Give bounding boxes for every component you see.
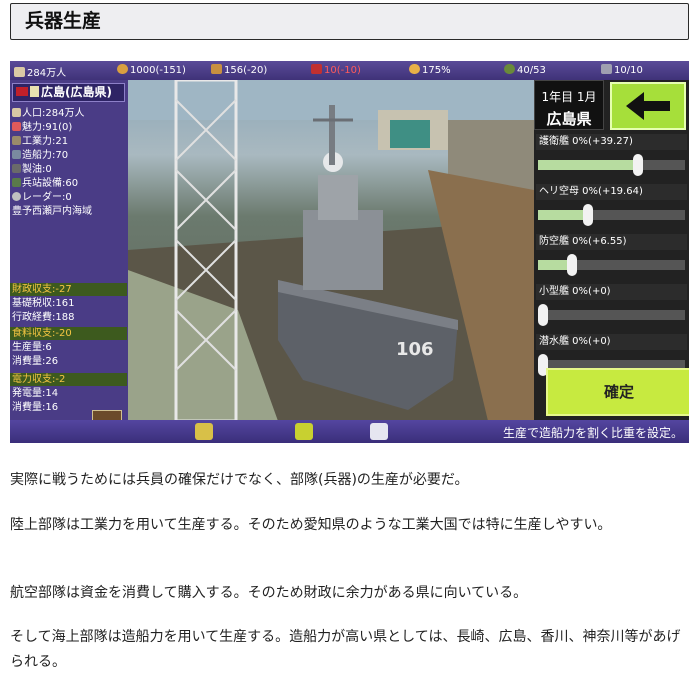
shield-icon[interactable] [370,423,388,440]
stat-label: 工業力:21 [22,136,69,147]
stat-industry: 工業力:21 [12,135,68,148]
stat-radar: レーダー:0 [12,191,72,204]
factory-icon [12,136,21,145]
bread-icon [211,64,222,74]
resource-soldiers-value: 40/53 [517,65,546,76]
resource-morale: 175% [409,64,451,76]
money-bag-icon [117,64,128,74]
svg-text:106: 106 [396,339,434,360]
food-balance: 食料収支:-20 [10,327,127,340]
stat-logistics: 兵站設備:60 [12,177,78,190]
wrench-icon [601,64,612,74]
slider-escort-ship: 護衛艦 0%(+39.27) [536,134,687,180]
stat-population: 人口:284万人 [12,107,84,120]
resource-money: 1000(-151) [117,64,186,76]
power-balance: 電力収支:-2 [10,373,127,386]
date-display: 1年目 1月 広島県 [534,80,604,130]
date-prefecture: 広島県 [546,110,592,128]
slider-knob[interactable] [582,204,593,226]
slider-air-defense-ship: 防空艦 0%(+6.55) [536,234,687,280]
paragraph: 実際に戦うためには兵員の確保だけでなく、部隊(兵器)の生産が必要だ。 [10,472,469,488]
prefecture-name: 広島(広島県) [12,83,125,102]
power-row: 発電量:14 [12,388,59,399]
stat-label: 造船力:70 [22,150,69,161]
shipyard-illustration: 106 [128,80,534,421]
hand-icon [409,64,420,74]
stat-label: レーダー:0 [22,192,72,203]
slider-label: 護衛艦 0%(+39.27) [536,134,687,150]
population-icon [12,108,21,117]
hint-text: 生産で造船力を割く比重を設定。 [502,426,683,440]
region-name: 豊予西瀬戸内海域 [12,206,92,217]
slider-label: 防空艦 0%(+6.55) [536,234,687,250]
slider-track[interactable] [538,254,685,276]
slider-fill [538,210,588,220]
stat-oil: 製油:0 [12,163,52,176]
resource-morale-value: 175% [422,65,451,76]
article-title: 兵器生産 [10,3,689,40]
slider-fill [538,160,638,170]
resource-fuel-value: 10(-10) [324,65,361,76]
slider-track[interactable] [538,304,685,326]
resource-soldiers: 40/53 [504,64,546,76]
slider-label: ヘリ空母 0%(+19.64) [536,184,687,200]
fuel-icon [311,64,322,74]
spiral-icon[interactable] [295,423,313,440]
resource-actions: 10/10 [601,64,643,76]
finance-row: 行政経費:188 [12,312,75,323]
production-panel: 1年目 1月 広島県 護衛艦 0%(+39.27) ヘリ空母 0%(+19.64… [534,80,689,420]
prefecture-name-label: 広島(広島県) [41,85,112,99]
prefecture-info-panel: 広島(広島県) 人口:284万人 魅力:91(0) 工業力:21 造船力:70 … [10,80,128,432]
game-screen: 284万人 1000(-151) 156(-20) 10(-10) 175% 4… [10,61,689,443]
paragraph: そして海上部隊は造船力を用いて生産する。造船力が高い県としては、長崎、広島、香川… [10,629,681,670]
slider-label: 潜水艦 0%(+0) [536,334,687,350]
food-row: 消費量:26 [12,356,59,367]
confirm-button[interactable]: 確定 [546,368,689,416]
slider-small-ship: 小型艦 0%(+0) [536,284,687,330]
paragraph: 航空部隊は資金を消費して購入する。そのため財政に余力がある県に向いている。 [10,585,528,601]
ship-icon [12,150,21,159]
stat-label: 製油:0 [22,164,52,175]
food-row: 生産量:6 [12,342,52,353]
flag-icon [16,87,28,96]
finance-balance: 財政収支:-27 [10,283,127,296]
back-button[interactable] [610,82,686,130]
slider-knob[interactable] [566,254,577,276]
map-icon[interactable] [195,423,213,440]
resource-food-value: 156(-20) [224,65,268,76]
resource-actions-value: 10/10 [614,65,643,76]
finance-row: 基礎税収:161 [12,298,75,309]
population-icon [14,67,25,77]
slider-knob[interactable] [632,154,643,176]
resource-population-value: 284万人 [27,68,67,79]
slider-helicopter-carrier: ヘリ空母 0%(+19.64) [536,184,687,230]
stat-label: 兵站設備:60 [22,178,79,189]
arrow-left-icon [626,92,670,120]
hint-bar: 生産で造船力を割く比重を設定。 [10,420,689,443]
crest-icon [30,86,39,97]
slider-knob[interactable] [538,304,549,326]
resource-bar: 284万人 1000(-151) 156(-20) 10(-10) 175% 4… [10,61,689,80]
radar-icon [12,192,21,201]
oil-icon [12,164,21,173]
stat-label: 魅力:91(0) [22,122,73,133]
slider-label: 小型艦 0%(+0) [536,284,687,300]
resource-food: 156(-20) [211,64,267,76]
date-line: 1年目 1月 [541,90,597,104]
stat-label: 人口:284万人 [22,108,85,119]
resource-money-value: 1000(-151) [130,65,186,76]
paragraph: 陸上部隊は工業力を用いて生産する。そのため愛知県のような工業大国では特に生産しや… [10,517,612,533]
soldier-icon [504,64,515,74]
stat-charm: 魅力:91(0) [12,121,72,134]
heart-icon [12,122,21,131]
barracks-icon [12,178,21,187]
slider-track[interactable] [538,154,685,176]
slider-track[interactable] [538,204,685,226]
resource-fuel: 10(-10) [311,64,361,76]
stat-shipbuilding: 造船力:70 [12,149,68,162]
power-row: 消費量:16 [12,402,59,413]
resource-population: 284万人 [14,64,66,79]
shipyard-photo: 106 [128,80,534,421]
